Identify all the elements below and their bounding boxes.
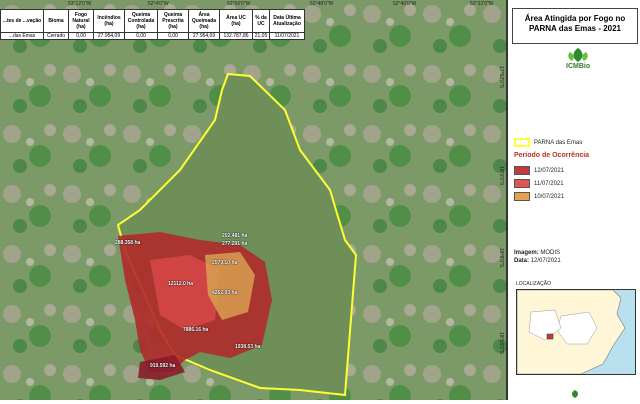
- area-label: 919.592 ha: [150, 363, 176, 369]
- date-info-value: 12/07/2021: [530, 258, 561, 264]
- legend-label: 10/07/2021: [534, 193, 565, 200]
- legend-park: PARNA das Emas: [514, 138, 582, 147]
- latitude-label: 17°52'0"S: [498, 66, 504, 88]
- burn-stats-table: ...tes de ...vação Bioma Fogo Natural (h…: [0, 9, 305, 40]
- legend-label: 12/07/2021: [534, 167, 565, 174]
- table-header: ...tes de ...vação: [0, 9, 44, 33]
- area-label: 4262.93 ha: [212, 290, 238, 296]
- area-label: 1938.53 ha: [235, 344, 261, 350]
- logo-text: ICMBio: [566, 63, 591, 70]
- table-header: Bioma: [43, 9, 69, 33]
- date-info-label: Data:: [514, 258, 530, 264]
- legend-title: Período de Ocorrência: [514, 152, 590, 159]
- area-label: 288.358 ha: [115, 240, 141, 246]
- area-label: 2579.10 ha: [212, 260, 238, 266]
- location-label: LOCALIZAÇÃO: [516, 281, 552, 287]
- longitude-label: 52°32'0"W: [470, 1, 494, 7]
- legend-item: 12/07/2021: [514, 166, 564, 175]
- longitude-label: 53°12'0"W: [68, 1, 92, 7]
- table-header: Área UC (ha): [219, 9, 253, 33]
- area-label: 202.481 ha: [222, 233, 248, 239]
- longitude-label: 52°40'0"W: [393, 1, 417, 7]
- park-swatch: [514, 138, 530, 147]
- legend-swatch: [514, 166, 530, 175]
- table-header: Data Última Atualização: [269, 9, 305, 33]
- table-cell: 0,00: [68, 32, 94, 40]
- table-cell: 27.954,09: [188, 32, 220, 40]
- park-location-marker: [546, 333, 554, 340]
- area-label: 12112.0 ha: [168, 281, 194, 287]
- longitude-label: 52°48'0"W: [310, 1, 334, 7]
- latitude-label: 18°8'0"S: [498, 248, 504, 268]
- map-title: Área Atingida por Fogo no PARNA das Emas…: [512, 8, 638, 44]
- location-inset-map: [516, 289, 636, 375]
- table-cell: 11/07/2021: [269, 32, 305, 40]
- map-title-line1: Área Atingida por Fogo no: [524, 14, 626, 23]
- satellite-map[interactable]: 288.358 ha 202.481 ha 277.291 ha 2579.10…: [0, 0, 506, 400]
- table-header-row: ...tes de ...vação Bioma Fogo Natural (h…: [0, 9, 305, 33]
- table-header: Queima Prescrita (ha): [157, 9, 189, 33]
- table-cell: ...das Emas: [0, 32, 44, 40]
- legend-item: 10/07/2021: [514, 192, 564, 201]
- legend-swatch: [514, 192, 530, 201]
- image-info: Imagem: MODIS: [514, 250, 560, 256]
- table-cell: 132.787,86: [219, 32, 253, 40]
- icmbio-logo: ICMBio: [560, 46, 596, 74]
- legend-item: 11/07/2021: [514, 179, 564, 188]
- latitude-label: 18°16'0"S: [498, 332, 504, 354]
- table-header: Área Queimada (ha): [188, 9, 220, 33]
- latitude-label: 18°0'0"S: [498, 166, 504, 186]
- table-header: Incêndios (ha): [93, 9, 125, 33]
- date-info: Data: 12/07/2021: [514, 258, 561, 264]
- longitude-label: 52°56'0"W: [227, 1, 251, 7]
- image-info-label: Imagem:: [514, 250, 539, 256]
- area-label: 277.291 ha: [222, 241, 248, 247]
- table-row: ...das Emas Cerrado 0,00 27.954,09 0,00 …: [0, 32, 305, 40]
- map-title-line2: PARNA das Emas - 2021: [528, 24, 622, 33]
- table-cell: 21,05: [252, 32, 270, 40]
- table-cell: 0,00: [124, 32, 158, 40]
- table-cell: Cerrado: [43, 32, 69, 40]
- legend-label: 11/07/2021: [534, 180, 564, 187]
- image-info-value: MODIS: [540, 250, 561, 256]
- table-header: % da UC: [252, 9, 270, 33]
- map-canvas: [0, 0, 506, 400]
- table-cell: 0,00: [157, 32, 189, 40]
- footer-logo-icon: [568, 386, 582, 398]
- area-label: 7886.16 ha: [183, 327, 209, 333]
- table-header: Fogo Natural (ha): [68, 9, 94, 33]
- table-header: Queima Controlada (ha): [124, 9, 158, 33]
- longitude-label: 52°4'0"W: [148, 1, 169, 7]
- legend-park-label: PARNA das Emas: [534, 139, 583, 146]
- location-map-canvas: [517, 290, 626, 374]
- legend-swatch: [514, 179, 530, 188]
- table-cell: 27.954,09: [93, 32, 125, 40]
- side-panel: Área Atingida por Fogo no PARNA das Emas…: [506, 0, 640, 400]
